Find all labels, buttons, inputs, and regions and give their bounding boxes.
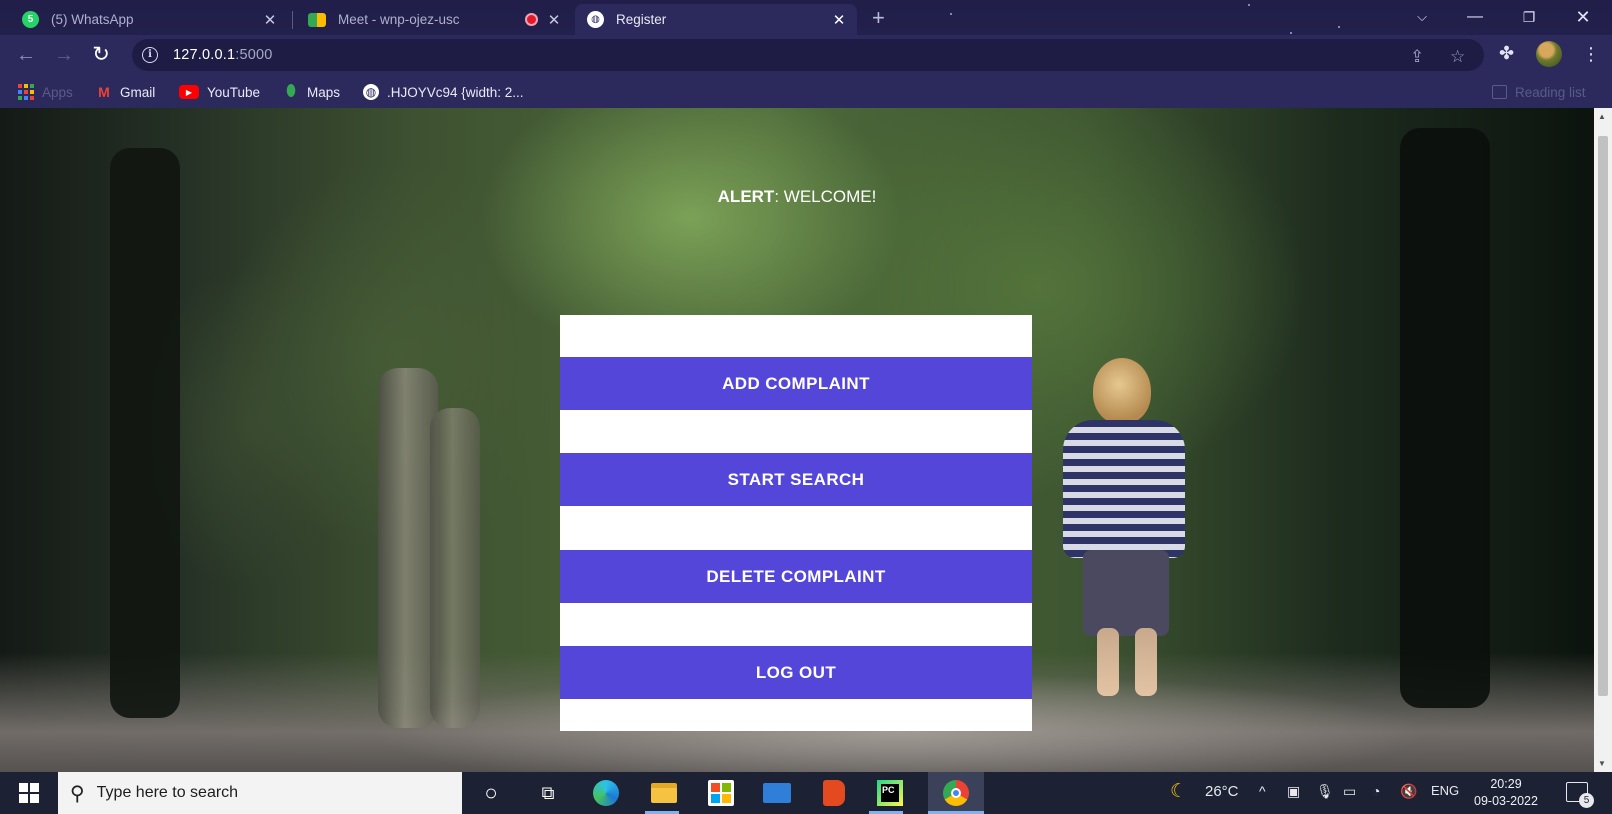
bookmark-label: YouTube — [207, 84, 261, 100]
action-panel: ADD COMPLAINT START SEARCH DELETE COMPLA… — [560, 315, 1032, 731]
volume-muted-icon[interactable]: 🔇 — [1400, 783, 1417, 800]
browser-toolbar: ← → ↻ i 127.0.0.1:5000 ⇪ ☆ ✤ ⋮ — [0, 35, 1612, 75]
tab-title: Meet - wnp-ojez-usc — [338, 12, 460, 27]
back-button[interactable]: ← — [12, 41, 40, 69]
start-button[interactable] — [0, 772, 58, 814]
bookmark-gmail[interactable]: M Gmail — [96, 82, 155, 102]
page-viewport: ALERT: WELCOME! ADD COMPLAINT START SEAR… — [0, 108, 1594, 772]
clock-time: 20:29 — [1490, 777, 1522, 791]
alert-text: : WELCOME! — [774, 187, 877, 206]
windows-taskbar: ⚲ Type here to search ○ ⧉ PC ☾ 26°C ^ ▣ … — [0, 772, 1612, 814]
restore-button[interactable]: ❐ — [1506, 2, 1552, 32]
pycharm-icon[interactable]: PC — [875, 778, 905, 808]
reading-list-button[interactable]: Reading list — [1492, 82, 1586, 102]
close-icon[interactable]: ✕ — [262, 11, 278, 29]
tab-meet[interactable]: Meet - wnp-ojez-usc ✕ — [296, 4, 572, 35]
scroll-down-icon[interactable]: ▼ — [1598, 759, 1606, 768]
bookmark-maps[interactable]: ⬮ Maps — [283, 82, 340, 102]
cortana-icon[interactable]: ○ — [476, 778, 506, 808]
microphone-icon[interactable]: 🎙 — [1316, 783, 1334, 800]
close-icon[interactable]: ✕ — [831, 11, 847, 29]
tab-strip: 5 (5) WhatsApp ✕ Meet - wnp-ojez-usc ✕ ◍… — [0, 0, 1612, 35]
alert-label: ALERT — [717, 187, 775, 206]
task-view-icon[interactable]: ⧉ — [533, 778, 563, 808]
reading-list-label: Reading list — [1515, 84, 1586, 100]
gmail-icon: M — [98, 84, 110, 100]
scrollbar-thumb[interactable] — [1598, 136, 1608, 696]
bookmark-label: Maps — [307, 84, 341, 100]
start-search-button[interactable]: START SEARCH — [560, 453, 1032, 506]
menu-icon[interactable]: ⋮ — [1582, 44, 1600, 65]
tab-title: Register — [616, 12, 667, 27]
tab-register[interactable]: ◍ Register ✕ — [575, 4, 857, 35]
language-indicator[interactable]: ENG — [1431, 783, 1459, 798]
tab-title: (5) WhatsApp — [51, 12, 134, 27]
google-meet-icon — [308, 12, 326, 27]
notifications-icon[interactable]: 5 — [1566, 782, 1594, 808]
tab-search-icon[interactable]: ⌵ — [1399, 2, 1445, 32]
bookmark-label: Apps — [42, 84, 73, 100]
bookmark-label: .HJOYVc94 {width: 2... — [387, 84, 524, 100]
search-icon: ⚲ — [70, 782, 85, 805]
share-icon[interactable]: ⇪ — [1410, 47, 1424, 67]
globe-icon: ◍ — [363, 84, 379, 100]
weather-moon-icon[interactable]: ☾ — [1170, 780, 1187, 803]
edge-icon[interactable] — [591, 778, 621, 808]
log-out-button[interactable]: LOG OUT — [560, 646, 1032, 699]
extensions-icon[interactable]: ✤ — [1499, 43, 1514, 64]
profile-avatar[interactable] — [1536, 41, 1562, 67]
chrome-icon[interactable] — [941, 778, 971, 808]
battery-icon[interactable]: ▭ — [1343, 783, 1356, 800]
mail-icon[interactable] — [762, 778, 792, 808]
clock[interactable]: 20:29 09-03-2022 — [1466, 776, 1546, 810]
bookmark-youtube[interactable]: ▶ YouTube — [179, 82, 260, 102]
show-hidden-icons[interactable]: ^ — [1259, 783, 1266, 799]
apps-grid-icon — [18, 84, 34, 100]
child-figure — [1055, 358, 1195, 708]
browser-chrome: 5 (5) WhatsApp ✕ Meet - wnp-ojez-usc ✕ ◍… — [0, 0, 1612, 108]
new-tab-button[interactable]: + — [872, 6, 885, 30]
reading-list-icon — [1492, 85, 1507, 99]
add-complaint-button[interactable]: ADD COMPLAINT — [560, 357, 1032, 410]
file-explorer-icon[interactable] — [649, 778, 679, 808]
close-icon[interactable]: ✕ — [546, 11, 562, 29]
windows-logo-icon — [19, 783, 39, 803]
reload-button[interactable]: ↻ — [87, 41, 115, 69]
tab-whatsapp[interactable]: 5 (5) WhatsApp ✕ — [10, 4, 288, 35]
globe-icon: ◍ — [587, 11, 604, 28]
scroll-up-icon[interactable]: ▲ — [1598, 112, 1606, 121]
alert-message: ALERT: WELCOME! — [0, 187, 1594, 207]
address-bar[interactable]: i 127.0.0.1:5000 ⇪ ☆ — [132, 39, 1484, 71]
wifi-icon[interactable]: ◔ — [1372, 783, 1380, 799]
office-icon[interactable] — [819, 778, 849, 808]
bookmark-star-icon[interactable]: ☆ — [1450, 47, 1465, 67]
page-scrollbar[interactable]: ▲ ▼ — [1594, 108, 1612, 772]
site-info-icon[interactable]: i — [142, 47, 158, 63]
bookmarks-bar: Apps M Gmail ▶ YouTube ⬮ Maps ◍ .HJOYVc9… — [0, 75, 1612, 108]
bookmark-apps[interactable]: Apps — [18, 82, 73, 102]
forward-button[interactable]: → — [50, 41, 78, 69]
microsoft-store-icon[interactable] — [706, 778, 736, 808]
taskbar-search[interactable]: ⚲ Type here to search — [58, 772, 462, 814]
delete-complaint-button[interactable]: DELETE COMPLAINT — [560, 550, 1032, 603]
meet-now-icon[interactable]: ▣ — [1287, 783, 1300, 800]
recording-icon — [525, 13, 538, 26]
search-placeholder: Type here to search — [96, 784, 239, 801]
clock-date: 09-03-2022 — [1474, 794, 1538, 808]
minimize-button[interactable]: — — [1452, 2, 1498, 32]
bookmark-label: Gmail — [120, 84, 156, 100]
whatsapp-icon: 5 — [22, 11, 39, 28]
maps-icon: ⬮ — [285, 83, 297, 100]
bookmark-hjoyvc94[interactable]: ◍ .HJOYVc94 {width: 2... — [363, 82, 524, 102]
close-window-button[interactable]: ✕ — [1560, 2, 1606, 32]
url-text: 127.0.0.1:5000 — [173, 47, 273, 63]
youtube-icon: ▶ — [179, 85, 199, 99]
notifications-badge: 5 — [1579, 793, 1594, 808]
temperature[interactable]: 26°C — [1205, 783, 1239, 800]
